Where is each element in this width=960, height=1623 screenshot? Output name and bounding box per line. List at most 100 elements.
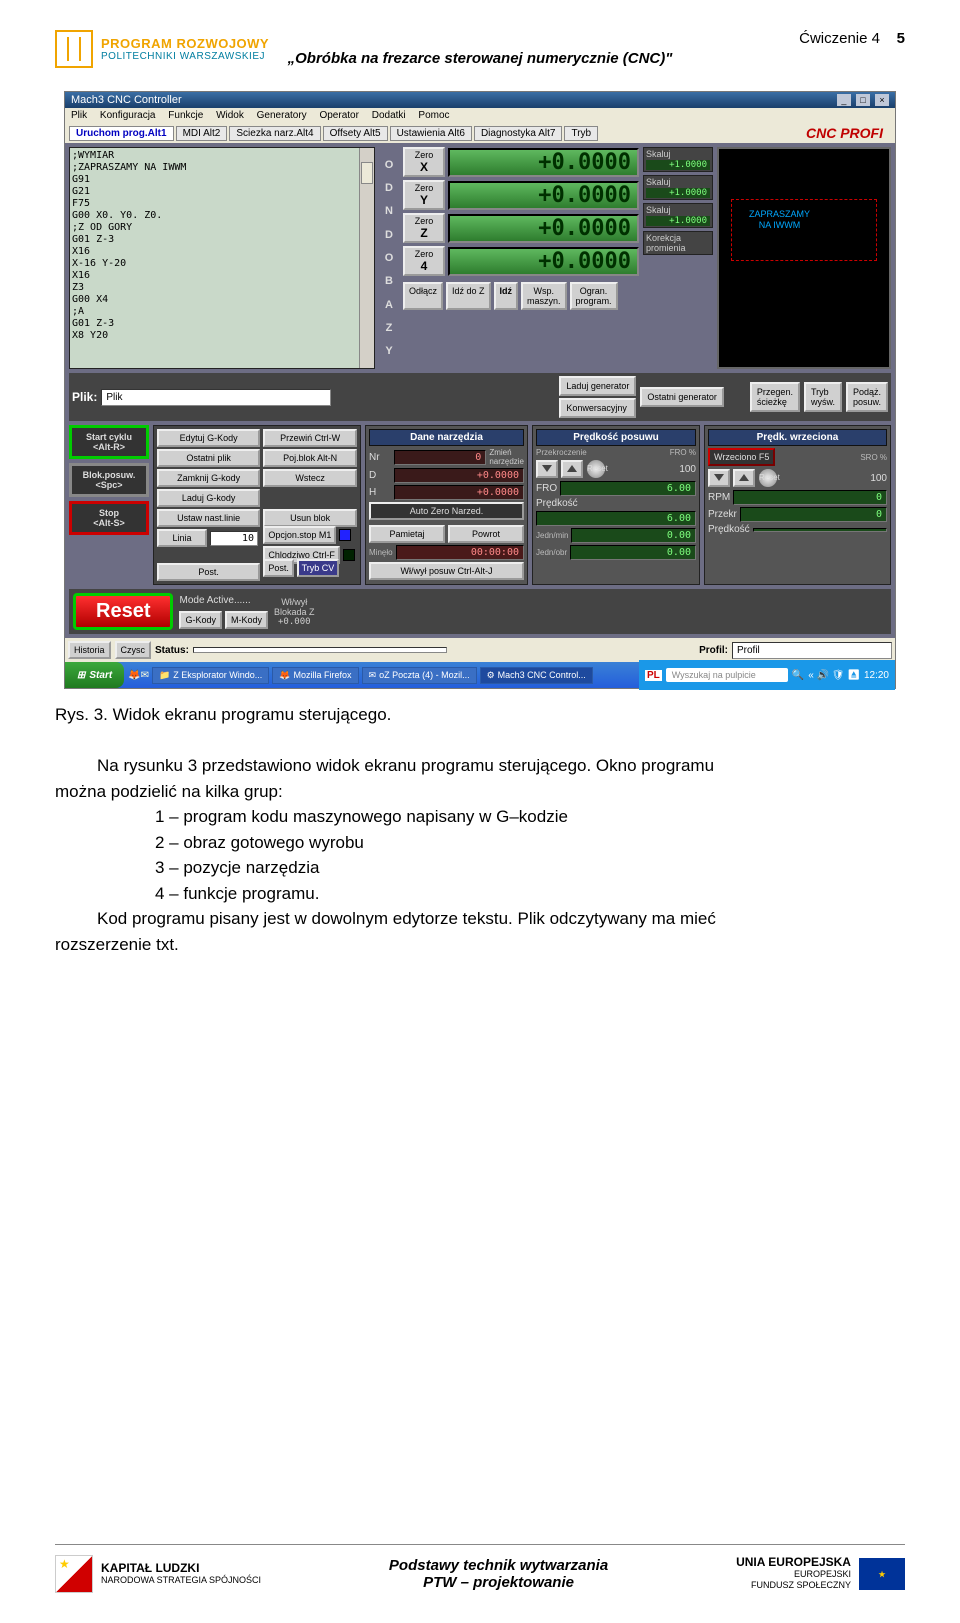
tool-d[interactable]: +0.0000 <box>394 468 524 483</box>
last-generator-button[interactable]: Ostatni generator <box>640 387 724 407</box>
single-block-button[interactable]: Poj.blok Alt-N <box>263 449 357 467</box>
task-item[interactable]: 🦊Mozilla Firefox <box>272 667 358 684</box>
feed-dn-button[interactable] <box>536 460 558 478</box>
tab-mdi[interactable]: MDI Alt2 <box>176 126 228 141</box>
zero-z-button[interactable]: ZeroZ <box>403 213 445 243</box>
feed-toggle-button[interactable]: Wł/wył posuw Ctrl-Alt-J <box>369 562 524 580</box>
opt-stop-button[interactable]: Opcjon.stop M1 <box>263 526 336 544</box>
display-mode-button[interactable]: Trybwyśw. <box>804 382 842 412</box>
stop-button[interactable]: Stop<Alt-S> <box>69 501 149 535</box>
zero-4-button[interactable]: Zero4 <box>403 246 445 276</box>
radius-corr[interactable]: Korekcjapromienia <box>643 231 713 255</box>
scrollbar[interactable] <box>359 148 374 368</box>
follow-feed-button[interactable]: Podąż.posuw. <box>846 382 888 412</box>
zero-x-button[interactable]: ZeroX <box>403 147 445 177</box>
set-next-line-button[interactable]: Ustaw nast.linie <box>157 509 260 527</box>
scroll-thumb[interactable] <box>361 162 373 184</box>
idzdoz-button[interactable]: Idź do Z <box>446 282 491 310</box>
reset-button[interactable]: Reset <box>73 593 173 630</box>
clear-button[interactable]: Czysc <box>115 641 152 659</box>
delete-block-button[interactable]: Usun blok <box>263 509 357 527</box>
scale-x[interactable]: Skaluj+1.0000 <box>643 147 713 172</box>
feed-reset-button[interactable]: Reset <box>586 459 606 479</box>
menu-item[interactable]: Plik <box>71 110 87 121</box>
scale-z[interactable]: Skaluj+1.0000 <box>643 203 713 228</box>
regen-path-button[interactable]: Przegen.ścieżkę <box>750 382 800 412</box>
close-icon[interactable]: × <box>875 94 889 106</box>
return-button[interactable]: Powrot <box>448 525 524 543</box>
zero-y-button[interactable]: ZeroY <box>403 180 445 210</box>
tab-settings[interactable]: Ustawienia Alt6 <box>390 126 472 141</box>
task-item[interactable]: 📁Z Eksplorator Windo... <box>152 667 269 684</box>
from-here-button[interactable]: Post. <box>157 563 260 581</box>
history-button[interactable]: Historia <box>68 641 111 659</box>
minimize-icon[interactable]: _ <box>837 94 851 106</box>
menu-item[interactable]: Funkcje <box>168 110 203 121</box>
mkody-button[interactable]: M-Kody <box>225 611 268 629</box>
line-input[interactable]: 10 <box>210 531 258 546</box>
edit-gcode-button[interactable]: Edytuj G-Kody <box>157 429 260 447</box>
menu-item[interactable]: Pomoc <box>418 110 449 121</box>
menu-item[interactable]: Generatory <box>257 110 307 121</box>
file-label: Plik: <box>72 390 97 404</box>
wsp-maszyn-button[interactable]: Wsp.maszyn. <box>521 282 567 310</box>
feed-panel: Prędkość posuwu PrzekroczenieFRO % Reset… <box>532 425 700 585</box>
feed-up-button[interactable] <box>561 460 583 478</box>
spin-dn-button[interactable] <box>708 469 730 487</box>
toolpath-preview[interactable]: ZAPRASZAMYNA IWWM <box>717 147 891 369</box>
figure-caption: Rys. 3. Widok ekranu programu sterująceg… <box>55 705 905 725</box>
last-file-button[interactable]: Ostatni plik <box>157 449 260 467</box>
file-field[interactable]: Plik <box>101 389 331 406</box>
gkody-button[interactable]: G-Kody <box>179 611 222 629</box>
scale-y[interactable]: Skaluj+1.0000 <box>643 175 713 200</box>
tab-diag[interactable]: Diagnostyka Alt7 <box>474 126 563 141</box>
feed-speed[interactable]: 6.00 <box>536 511 696 526</box>
ogran-prog-button[interactable]: Ogran.program. <box>570 282 618 310</box>
menu-item[interactable]: Operator <box>319 110 358 121</box>
spin-speed[interactable] <box>753 528 887 532</box>
dro-x[interactable]: +0.0000 <box>448 148 639 177</box>
tab-run[interactable]: Uruchom prog.Alt1 <box>69 126 174 141</box>
tool-nr[interactable]: 0 <box>394 450 486 465</box>
rewind-button[interactable]: Przewiń Ctrl-W <box>263 429 357 447</box>
close-gcode-button[interactable]: Zamknij G-kody <box>157 469 260 487</box>
tool-h[interactable]: +0.0000 <box>394 485 524 500</box>
menu-item[interactable]: Dodatki <box>372 110 406 121</box>
search-icon[interactable]: 🔍 <box>792 670 804 681</box>
gcode-listing[interactable]: ;WYMIAR;ZAPRASZAMY NA IWWMG91G21F75G00 X… <box>69 147 375 369</box>
conversational-button[interactable]: Konwersacyjny <box>559 398 636 418</box>
remember-button[interactable]: Pamietaj <box>369 525 445 543</box>
spin-reset-button[interactable]: Reset <box>758 468 778 488</box>
desktop-search[interactable]: Wyszukaj na pulpicie <box>666 668 788 682</box>
dro-z[interactable]: +0.0000 <box>448 214 639 243</box>
load-generator-button[interactable]: Laduj generator <box>559 376 636 396</box>
cycle-start-button[interactable]: Start cyklu<Alt-R> <box>69 425 149 459</box>
start-button[interactable]: ⊞ Start <box>65 662 124 688</box>
task-item-active[interactable]: ⚙Mach3 CNC Control... <box>480 667 593 684</box>
dro-4[interactable]: +0.0000 <box>448 247 639 276</box>
tray-icons[interactable]: « 🔊 🛡 ⏏ <box>808 670 860 681</box>
change-tool-button[interactable]: Zmień <box>489 448 511 457</box>
dro-y[interactable]: +0.0000 <box>448 181 639 210</box>
idz-button[interactable]: Idź <box>494 282 519 310</box>
spin-up-button[interactable] <box>733 469 755 487</box>
autozero-tool-button[interactable]: Auto Zero Narzed. <box>369 502 524 520</box>
lang-indicator[interactable]: PL <box>645 670 662 681</box>
menu-item[interactable]: Widok <box>216 110 244 121</box>
window-titlebar[interactable]: Mach3 CNC Controller _ □ × <box>65 92 895 108</box>
spindle-button[interactable]: Wrzeciono F5 <box>708 448 775 466</box>
reverse-button[interactable]: Wstecz <box>263 469 357 487</box>
post-button[interactable]: Post. <box>263 559 294 577</box>
maximize-icon[interactable]: □ <box>856 94 870 106</box>
rpm-value[interactable]: 0 <box>733 490 887 505</box>
tab-offsets[interactable]: Offsety Alt5 <box>323 126 388 141</box>
fro-value[interactable]: 6.00 <box>560 481 696 496</box>
load-gcode-button[interactable]: Laduj G-kody <box>157 489 260 507</box>
trybcv-button[interactable]: Tryb CV <box>297 559 340 577</box>
tab-toolpath[interactable]: Sciezka narz.Alt4 <box>229 126 320 141</box>
menu-item[interactable]: Konfiguracja <box>100 110 156 121</box>
feed-hold-button[interactable]: Blok.posuw.<Spc> <box>69 463 149 497</box>
tab-mode[interactable]: Tryb <box>564 126 598 141</box>
odlacz-button[interactable]: Odłącz <box>403 282 443 310</box>
task-item[interactable]: ✉oZ Poczta (4) - Mozil... <box>362 667 477 684</box>
